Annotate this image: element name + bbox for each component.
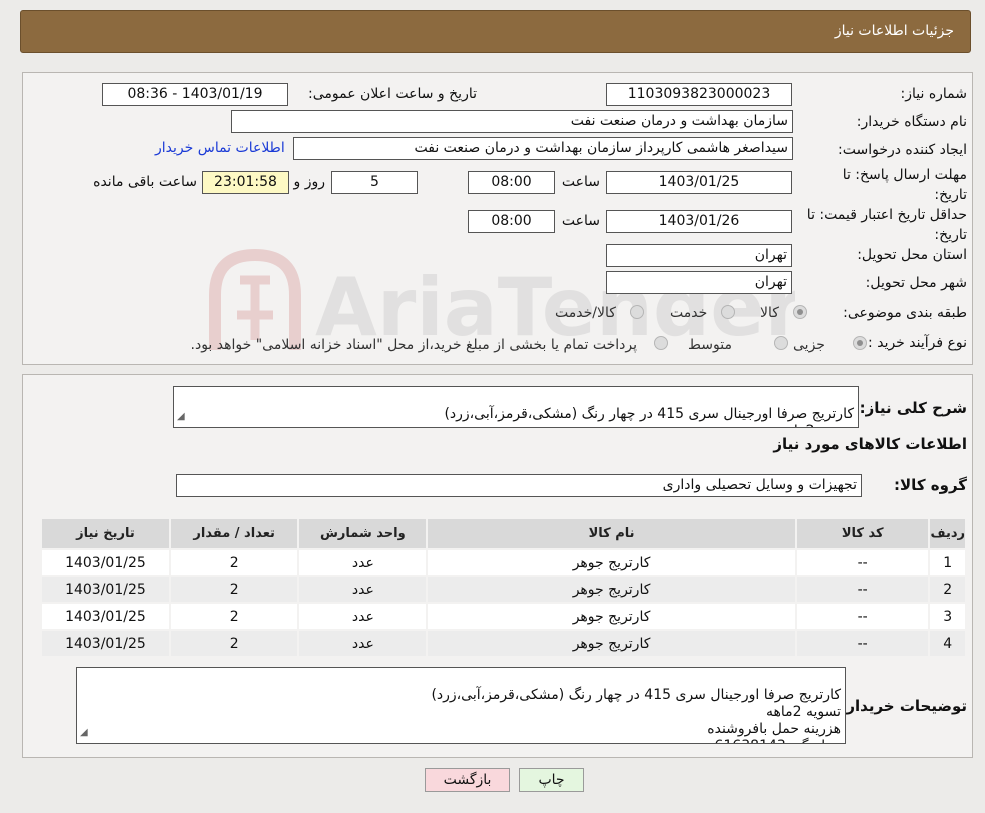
page-header: جزئیات اطلاعات نیاز <box>20 10 971 53</box>
deadline-date-field: 1403/01/25 <box>606 171 792 194</box>
purchase-radio-treasury[interactable] <box>654 336 668 350</box>
cell-unit: عدد <box>297 629 429 658</box>
purchase-radio-partial[interactable] <box>853 336 867 350</box>
col-unit: واحد شمارش <box>297 517 429 550</box>
page-title: جزئیات اطلاعات نیاز <box>834 23 954 39</box>
category-radio-goods-service[interactable] <box>630 305 644 319</box>
need-number-label: شماره نیاز: <box>900 86 968 102</box>
cell-unit: عدد <box>297 602 429 631</box>
purchase-option-medium: متوسط <box>688 337 732 353</box>
need-number-field: 1103093823000023 <box>606 83 792 106</box>
announce-label: تاریخ و ساعت اعلان عمومی: <box>308 86 477 102</box>
creator-label: ایجاد کننده درخواست: <box>838 142 967 158</box>
remaining-label: ساعت باقی مانده <box>93 174 197 190</box>
cell-quantity: 2 <box>168 575 300 604</box>
purchase-radio-medium[interactable] <box>774 336 788 350</box>
purchase-option-partial: جزیی <box>793 337 825 353</box>
province-field: تهران <box>606 244 792 267</box>
city-label: شهر محل تحویل: <box>865 275 967 291</box>
cell-goods-code: -- <box>794 548 931 577</box>
buyer-notes-textarea[interactable]: کارتریج صرفا اورجینال سری 415 در چهار رن… <box>76 667 846 744</box>
category-option-goods: کالا <box>760 305 779 321</box>
description-label: شرح کلی نیاز: <box>859 399 967 417</box>
category-radio-goods[interactable] <box>793 305 807 319</box>
goods-info-title: اطلاعات کالاهای مورد نیاز <box>773 435 967 453</box>
deadline-label: مهلت ارسال پاسخ: تا تاریخ: <box>842 167 967 203</box>
category-label: طبقه بندی موضوعی: <box>843 305 967 321</box>
category-option-goods-service: کالا/خدمت <box>555 305 616 321</box>
category-radio-service[interactable] <box>721 305 735 319</box>
deadline-time-field: 08:00 <box>468 171 555 194</box>
buyer-contact-link[interactable]: اطلاعات تماس خریدار <box>155 140 285 156</box>
resize-grip-icon[interactable]: ◢ <box>177 408 185 425</box>
cell-goods-name: کارتریج جوهر <box>426 629 797 658</box>
cell-goods-name: کارتریج جوهر <box>426 548 797 577</box>
cell-quantity: 2 <box>168 629 300 658</box>
days-label: روز و <box>293 174 326 190</box>
cell-need-date: 1403/01/25 <box>40 602 171 631</box>
buyer-org-field: سازمان بهداشت و درمان صنعت نفت <box>231 110 793 133</box>
description-text: کارتریج صرفا اورجینال سری 415 در چهار رن… <box>444 406 854 427</box>
table-header-row: ردیف کد کالا نام کالا واحد شمارش تعداد /… <box>40 517 967 550</box>
cell-goods-code: -- <box>794 575 931 604</box>
buyer-notes-text: کارتریج صرفا اورجینال سری 415 در چهار رن… <box>431 687 841 743</box>
col-row-number: ردیف <box>928 517 967 550</box>
cell-goods-name: کارتریج جوهر <box>426 575 797 604</box>
table-row: 3 -- کارتریج جوهر عدد 2 1403/01/25 <box>40 602 967 631</box>
category-option-service: خدمت <box>670 305 708 321</box>
validity-label: حداقل تاریخ اعتبار قیمت: تا تاریخ: <box>806 207 967 243</box>
description-textarea[interactable]: کارتریج صرفا اورجینال سری 415 در چهار رن… <box>173 386 859 428</box>
cell-need-date: 1403/01/25 <box>40 575 171 604</box>
cell-row-number: 3 <box>928 602 967 631</box>
province-label: استان محل تحویل: <box>857 247 967 263</box>
validity-time-label: ساعت <box>561 213 600 229</box>
cell-row-number: 4 <box>928 629 967 658</box>
creator-field: سیداصغر هاشمی کارپرداز سازمان بهداشت و د… <box>293 137 793 160</box>
city-field: تهران <box>606 271 792 294</box>
table-row: 4 -- کارتریج جوهر عدد 2 1403/01/25 <box>40 629 967 658</box>
col-quantity: تعداد / مقدار <box>168 517 300 550</box>
print-button[interactable]: چاپ <box>519 768 584 792</box>
col-need-date: تاریخ نیاز <box>40 517 171 550</box>
purchase-treasury-note: پرداخت تمام یا بخشی از مبلغ خرید،از محل … <box>190 337 637 353</box>
announce-datetime-field: 1403/01/19 - 08:36 <box>102 83 288 106</box>
cell-need-date: 1403/01/25 <box>40 629 171 658</box>
validity-date-field: 1403/01/26 <box>606 210 792 233</box>
deadline-time-label: ساعت <box>561 174 600 190</box>
table-row: 2 -- کارتریج جوهر عدد 2 1403/01/25 <box>40 575 967 604</box>
goods-group-label: گروه کالا: <box>894 476 967 494</box>
time-remaining-field: 23:01:58 <box>202 171 289 194</box>
cell-goods-code: -- <box>794 629 931 658</box>
back-button[interactable]: بازگشت <box>425 768 510 792</box>
validity-time-field: 08:00 <box>468 210 555 233</box>
cell-goods-code: -- <box>794 602 931 631</box>
table-row: 1 -- کارتریج جوهر عدد 2 1403/01/25 <box>40 548 967 577</box>
cell-quantity: 2 <box>168 602 300 631</box>
cell-unit: عدد <box>297 548 429 577</box>
buyer-notes-label: توضیحات خریدار: <box>840 697 967 715</box>
purchase-type-label: نوع فرآیند خرید : <box>868 335 967 351</box>
cell-unit: عدد <box>297 575 429 604</box>
goods-group-field: تجهیزات و وسایل تحصیلی واداری <box>176 474 862 497</box>
col-goods-name: نام کالا <box>426 517 797 550</box>
buyer-org-label: نام دستگاه خریدار: <box>856 114 967 130</box>
cell-row-number: 2 <box>928 575 967 604</box>
col-goods-code: کد کالا <box>794 517 931 550</box>
cell-quantity: 2 <box>168 548 300 577</box>
cell-goods-name: کارتریج جوهر <box>426 602 797 631</box>
resize-grip-icon[interactable]: ◢ <box>80 724 88 741</box>
days-remaining-field: 5 <box>331 171 418 194</box>
goods-table: ردیف کد کالا نام کالا واحد شمارش تعداد /… <box>40 517 967 658</box>
cell-need-date: 1403/01/25 <box>40 548 171 577</box>
cell-row-number: 1 <box>928 548 967 577</box>
